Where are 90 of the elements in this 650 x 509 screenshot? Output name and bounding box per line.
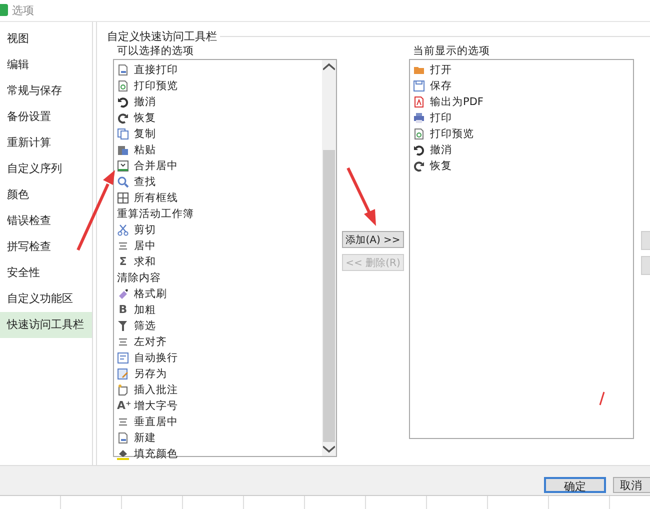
list-item[interactable]: 输出为PDF [430,95,484,109]
list-item[interactable]: 合并居中 [134,159,178,173]
search-icon [117,176,129,188]
sidebar-item[interactable]: 视图 [0,26,92,52]
page-icon [117,432,129,444]
symbol-icon: A⁺ [117,400,129,412]
undo-icon [413,144,425,156]
paint-bucket-icon [117,448,129,460]
scissors-icon [117,224,129,236]
list-item[interactable]: 自动换行 [134,351,178,365]
move-button[interactable] [641,231,650,250]
sidebar-item[interactable]: 安全性 [0,260,92,286]
list-item[interactable]: 恢复 [134,111,156,125]
list-item[interactable]: 恢复 [430,159,452,173]
lines-icon [117,336,129,348]
ok-button[interactable]: 确定 [544,477,606,493]
scrollbar-thumb[interactable] [323,150,335,442]
list-item[interactable]: 新建 [134,431,156,445]
sidebar-item[interactable]: 重新计算 [0,130,92,156]
list-item[interactable]: 加粗 [134,303,156,317]
list-item[interactable]: 保存 [430,79,452,93]
list-item[interactable]: 打印预览 [134,79,178,93]
list-item[interactable]: 增大字号 [134,399,178,413]
list-item[interactable]: 剪切 [134,223,156,237]
symbol-icon: B [117,304,129,316]
list-label: 可以选择的选项 [116,44,195,59]
annotation-line [599,392,605,406]
list-item[interactable]: 左对齐 [134,335,167,349]
list-item[interactable]: 复制 [134,127,156,141]
list-item[interactable]: 直接打印 [134,63,178,77]
sidebar-item[interactable]: 自定义功能区 [0,286,92,312]
list-item[interactable]: 打印 [430,111,452,125]
folder-icon [413,64,425,76]
brush-icon [117,288,129,300]
cancel-button[interactable]: 取消 [613,477,650,493]
list-item[interactable]: 格式刷 [134,287,167,301]
save-as-icon [117,368,129,380]
list-item[interactable]: 求和 [134,255,156,269]
list-item[interactable]: 重算活动工作簿 [117,207,194,221]
list-label: 当前显示的选项 [412,44,491,59]
funnel-icon [117,320,129,332]
scroll-down-icon[interactable] [323,443,335,455]
sidebar-item[interactable]: 备份设置 [0,104,92,130]
printer-icon [413,112,425,124]
list-item[interactable]: 插入批注 [134,383,178,397]
sidebar-item[interactable]: 编辑 [0,52,92,78]
merge-cells-icon [117,160,129,172]
sidebar-item[interactable]: 常规与保存 [0,78,92,104]
lines-icon [117,416,129,428]
copy-icon [117,128,129,140]
list-item[interactable]: 打开 [430,63,452,77]
sidebar-item[interactable]: 错误检查 [0,208,92,234]
grid-icon [117,192,129,204]
move-button[interactable] [641,256,650,275]
lines-icon [117,240,129,252]
note-icon [117,384,129,396]
list-item[interactable]: 粘贴 [134,143,156,157]
app-logo-icon [0,4,8,16]
list-item[interactable]: 查找 [134,175,156,189]
scrollbar[interactable] [322,60,336,456]
window-title: 选项 [12,2,34,18]
list-item[interactable]: 撤消 [430,143,452,157]
add-button[interactable]: 添加(A) >> [342,231,404,248]
redo-icon [117,112,129,124]
list-item[interactable]: 筛选 [134,319,156,333]
undo-icon [117,96,129,108]
annotation-arrow [346,167,376,226]
sidebar-item[interactable]: 自定义序列 [0,156,92,182]
list-box[interactable]: 直接打印 打印预览 撤消 恢复 复制 粘贴 合并居中 查找 所有框线 重算活动工作簿 剪切 居中 Σ 求和 清除内容 格式刷 B 加粗 筛选 左对齐 自动换行 另存为 插入批注 A⁺ 增大字号 垂直居中 新建 填充颜色 [113,59,337,457]
list-item[interactable]: 垂直居中 [134,415,178,429]
scroll-up-icon[interactable] [323,61,335,73]
clipboard-icon [117,144,129,156]
list-item[interactable]: 居中 [134,239,156,253]
pdf-file-icon [413,96,425,108]
page-magnifier-icon [413,128,425,140]
wrap-text-icon [117,352,129,364]
list-item[interactable]: 清除内容 [117,271,161,285]
group-title: 自定义快速访问工具栏 [107,28,217,44]
list-item[interactable]: 撤消 [134,95,156,109]
sidebar-item[interactable]: 颜色 [0,182,92,208]
list-box[interactable]: 打开 保存 输出为PDF 打印 打印预览 撤消 恢复 [409,59,634,439]
list-item[interactable]: 另存为 [134,367,167,381]
symbol-icon: Σ [117,256,129,268]
page-magnifier-icon [117,80,129,92]
sidebar-item[interactable]: 拼写检查 [0,234,92,260]
page-icon [117,64,129,76]
list-item[interactable]: 打印预览 [430,127,474,141]
list-item[interactable]: 所有框线 [134,191,178,205]
redo-icon [413,160,425,172]
sidebar-item[interactable]: 快速访问工具栏 [0,312,92,338]
